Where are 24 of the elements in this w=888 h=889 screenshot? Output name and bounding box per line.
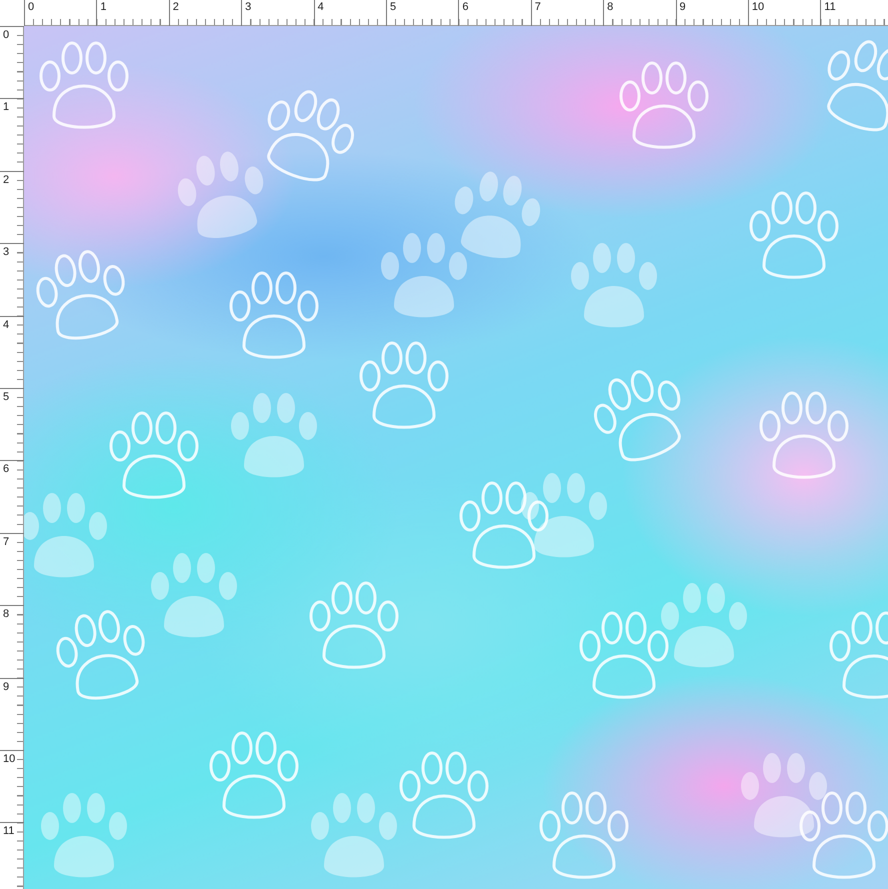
- ruler-number: 1: [3, 102, 10, 114]
- ruler-number: 5: [390, 2, 396, 13]
- ruler-number: 4: [3, 320, 10, 331]
- ruler-number: 8: [3, 609, 10, 620]
- ruler-number: 2: [172, 2, 179, 13]
- ruler-number: 4: [318, 2, 324, 13]
- ruler-number: 7: [3, 536, 10, 548]
- ruler-number: 3: [245, 2, 252, 13]
- ruler-number: 10: [3, 754, 16, 765]
- ruler-number: 0: [28, 2, 34, 13]
- ruler-number: 11: [3, 826, 14, 838]
- ruler-number: 0: [3, 30, 10, 41]
- ruler-number: 1: [100, 2, 107, 13]
- ruler-number: 7: [534, 2, 541, 13]
- ruler-number: 9: [3, 682, 10, 693]
- ruler-number: 6: [3, 464, 10, 476]
- ruler-number: 11: [824, 2, 836, 13]
- ruler-number: 2: [3, 174, 10, 186]
- ruler-number: 10: [752, 2, 764, 13]
- ruler-number: 8: [607, 2, 614, 13]
- ruler-number: 9: [680, 2, 686, 13]
- ruler-number: 3: [3, 247, 10, 258]
- ruler-number: 5: [3, 392, 10, 403]
- ruler-number: 6: [462, 2, 468, 13]
